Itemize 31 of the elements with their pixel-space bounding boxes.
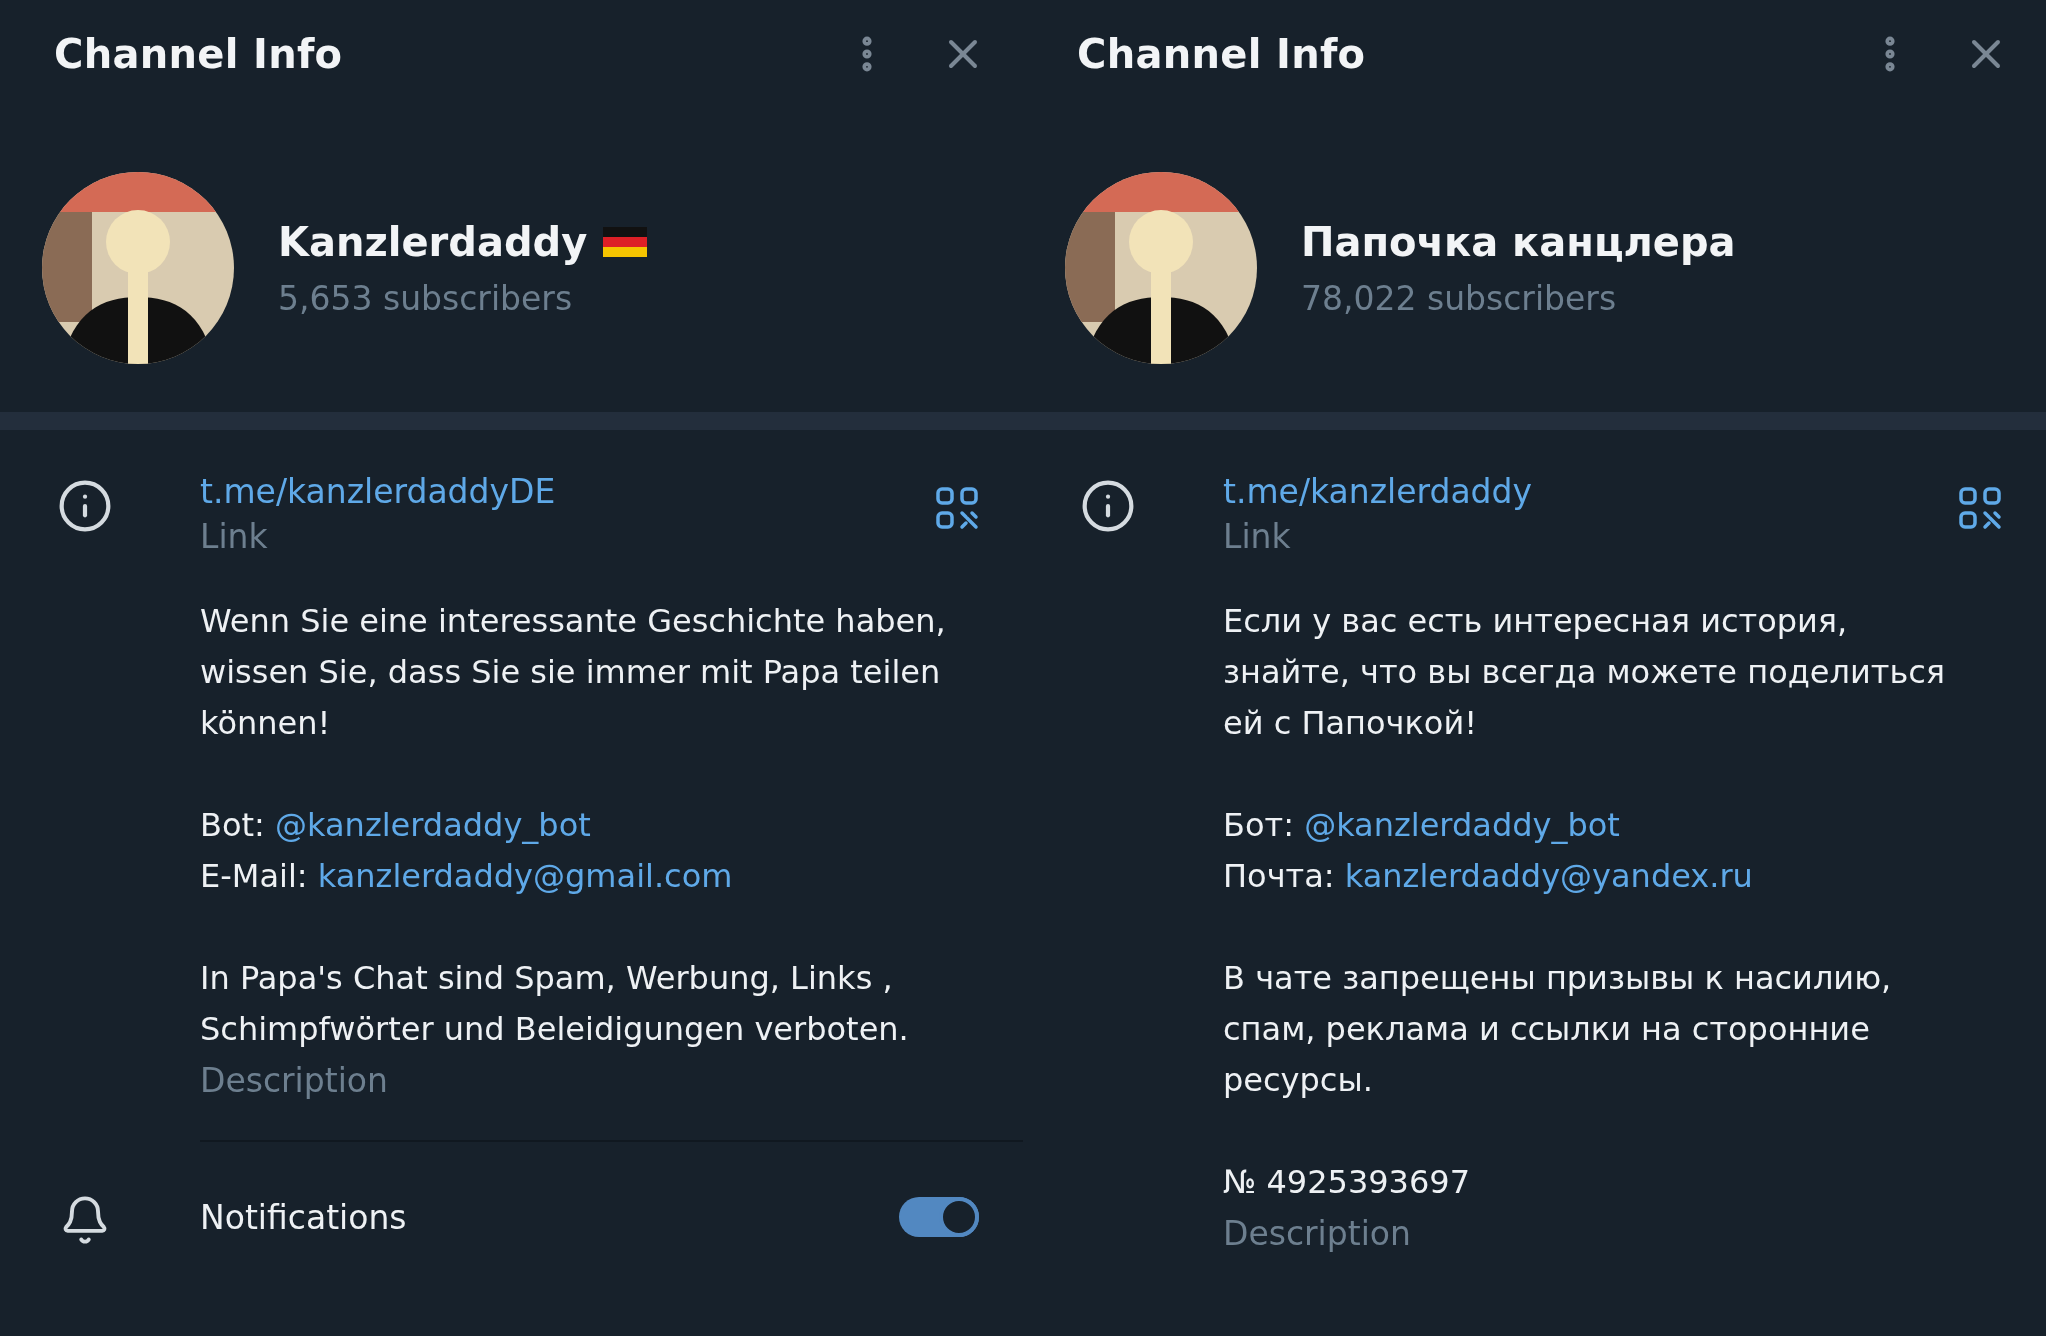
description-text: Если у вас есть интересная история, знайте, что вы всегда можете поделиться ей с Папочкой! <box>1223 601 1947 744</box>
qr-code-icon[interactable] <box>935 486 979 530</box>
description-text: Wenn Sie eine interessante Geschichte haben, wissen Sie, dass Sie sie immer mit Papa teilen können! <box>200 601 947 744</box>
description-text: № 4925393697 <box>1223 1162 1472 1203</box>
subscriber-count: 78,022 subscribers <box>1301 278 1618 318</box>
panel-title: Channel Info <box>54 31 344 77</box>
description-text: В чате запрещены призывы к насилию, спам, реклама и ссылки на сторонние ресурсы. <box>1223 958 1893 1101</box>
contact-label: Бот: <box>1223 806 1294 844</box>
link-caption: Link <box>200 517 269 556</box>
notifications-label: Notifications <box>200 1197 408 1237</box>
contact-link[interactable]: kanzlerdaddy@gmail.com <box>317 857 733 895</box>
info-icon <box>1080 478 1136 534</box>
contact-label: E-Mail: <box>200 857 308 895</box>
subscriber-count: 5,653 subscribers <box>278 278 574 318</box>
description-text: In Papa's Chat sind Spam, Werbung, Links , Schimpfwörter und Beleidigungen verboten. <box>200 958 910 1050</box>
channel-name: Kanzlerdaddy <box>278 218 588 265</box>
contact-link[interactable]: @kanzlerdaddy_bot <box>275 806 591 844</box>
notifications-toggle[interactable] <box>899 1197 979 1237</box>
info-icon <box>57 478 113 534</box>
description-caption: Description <box>1223 1214 1412 1253</box>
contact-link[interactable]: kanzlerdaddy@yandex.ru <box>1344 857 1753 895</box>
description-caption: Description <box>200 1061 389 1100</box>
panel-title: Channel Info <box>1077 31 1367 77</box>
channel-name: Папочка канцлера <box>1301 218 1736 265</box>
contact-link[interactable]: @kanzlerdaddy_bot <box>1304 806 1620 844</box>
channel-link[interactable]: t.me/kanzlerdaddy <box>1223 472 1533 511</box>
qr-code-icon[interactable] <box>1958 486 2002 530</box>
link-caption: Link <box>1223 517 1292 556</box>
contact-label: Bot: <box>200 806 265 844</box>
channel-link[interactable]: t.me/kanzlerdaddyDE <box>200 472 556 511</box>
contact-label: Почта: <box>1223 857 1335 895</box>
